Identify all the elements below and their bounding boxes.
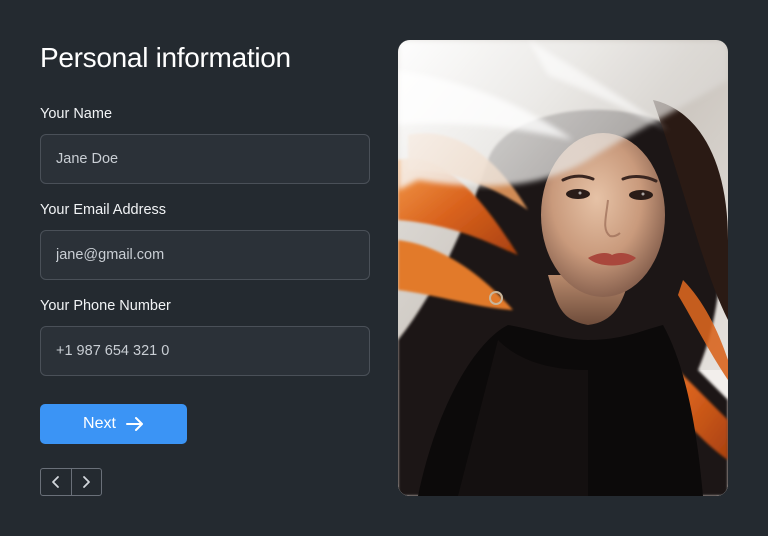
phone-input[interactable]: [40, 326, 370, 376]
pagination-controls: [40, 468, 102, 496]
next-button[interactable]: Next: [40, 404, 187, 444]
email-input[interactable]: [40, 230, 370, 280]
arrow-right-icon: [125, 417, 143, 431]
prev-page-button[interactable]: [41, 469, 71, 495]
chevron-right-icon: [83, 476, 91, 488]
chevron-left-icon: [51, 476, 59, 488]
next-button-label: Next: [83, 415, 116, 432]
phone-label: Your Phone Number: [40, 298, 171, 314]
portrait-image: [398, 40, 728, 496]
email-label: Your Email Address: [40, 202, 167, 218]
page-title: Personal information: [40, 42, 291, 73]
name-input[interactable]: [40, 134, 370, 184]
next-page-button[interactable]: [70, 469, 102, 495]
name-label: Your Name: [40, 106, 113, 122]
